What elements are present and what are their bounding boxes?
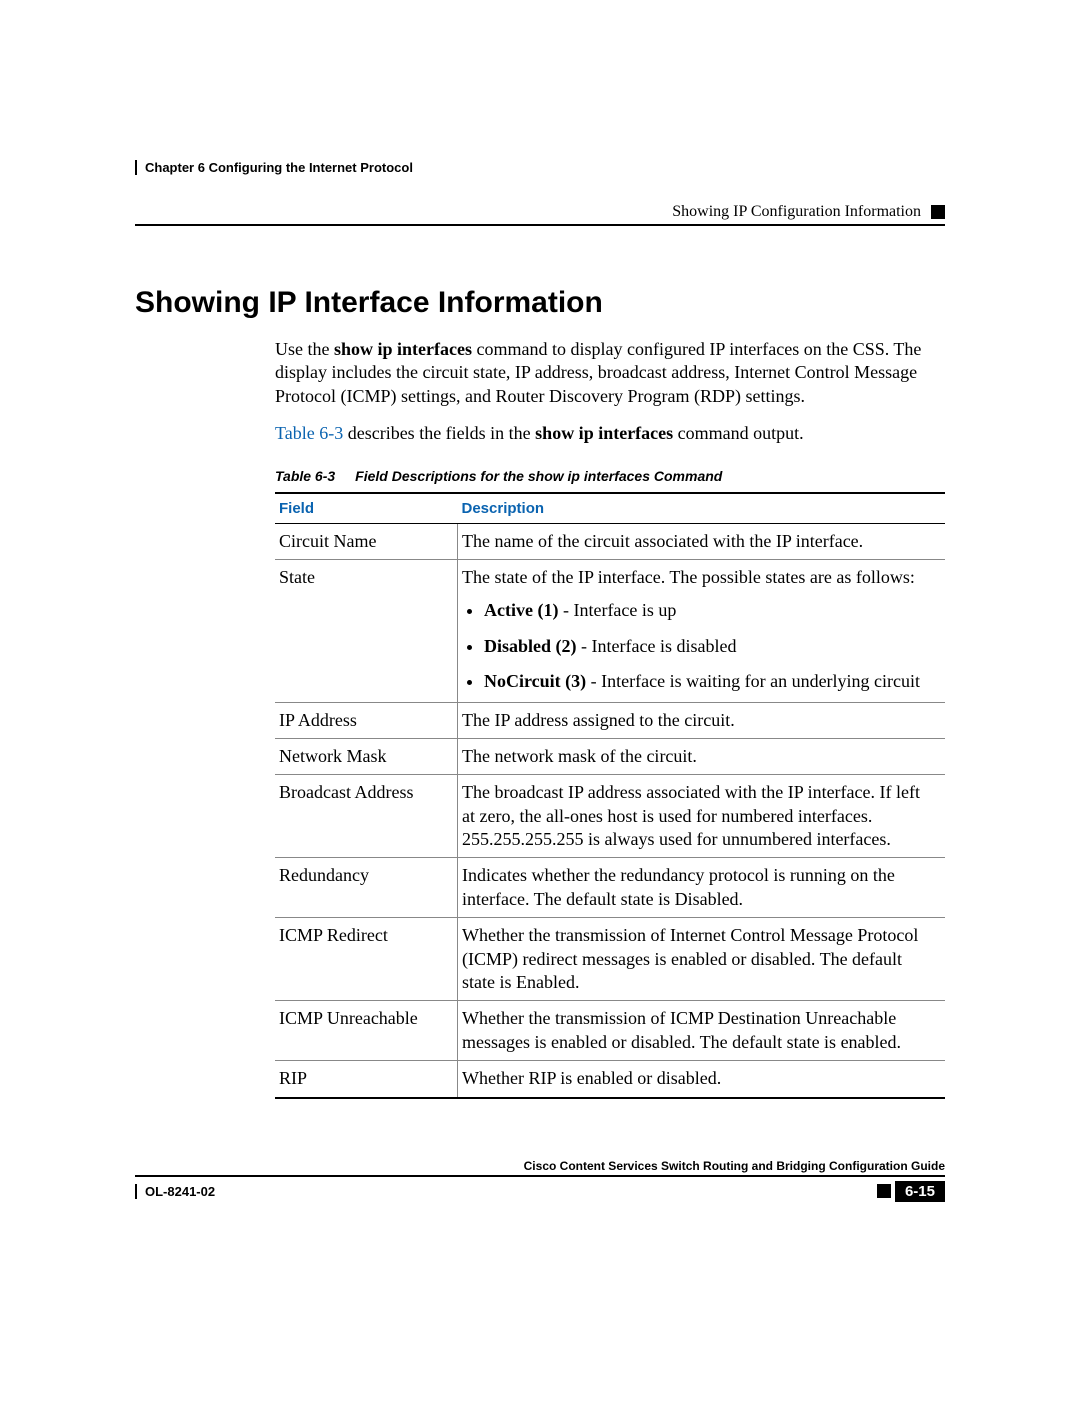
- state-label: NoCircuit (3): [484, 671, 586, 691]
- state-intro: The state of the IP interface. The possi…: [462, 567, 915, 587]
- table-row: Broadcast Address The broadcast IP addre…: [275, 775, 945, 858]
- desc-cell: The name of the circuit associated with …: [458, 523, 946, 559]
- table-row: ICMP Redirect Whether the transmission o…: [275, 918, 945, 1001]
- page-number-wrap: 6-15: [877, 1181, 945, 1202]
- footer-marker-icon: [877, 1184, 891, 1198]
- section-label: Showing IP Configuration Information: [672, 203, 921, 221]
- desc-cell: The broadcast IP address associated with…: [458, 775, 946, 858]
- desc-cell: Indicates whether the redundancy protoco…: [458, 858, 946, 918]
- desc-cell: The state of the IP interface. The possi…: [458, 559, 946, 702]
- footer-doc-id: OL-8241-02: [135, 1184, 215, 1199]
- table-caption: Table 6-3 Field Descriptions for the show…: [275, 468, 945, 484]
- table-row: Circuit Name The name of the circuit ass…: [275, 523, 945, 559]
- table-xref-link[interactable]: Table 6-3: [275, 423, 343, 443]
- page-number: 6-15: [895, 1181, 945, 1202]
- page-title: Showing IP Interface Information: [135, 286, 945, 320]
- table-row: State The state of the IP interface. The…: [275, 559, 945, 702]
- state-list: Active (1) - Interface is up Disabled (2…: [462, 599, 937, 693]
- table-row: Network Mask The network mask of the cir…: [275, 738, 945, 774]
- list-item: NoCircuit (3) - Interface is waiting for…: [484, 670, 937, 693]
- table-caption-number: Table 6-3: [275, 468, 335, 484]
- state-label: Disabled (2): [484, 636, 577, 656]
- desc-cell: The network mask of the circuit.: [458, 738, 946, 774]
- chapter-label: Chapter 6 Configuring the Internet Proto…: [135, 160, 413, 175]
- field-descriptions-table: Field Description Circuit Name The name …: [275, 492, 945, 1099]
- running-header: Chapter 6 Configuring the Internet Proto…: [135, 160, 945, 175]
- xref-paragraph: Table 6-3 describes the fields in the sh…: [275, 422, 945, 445]
- state-text: - Interface is disabled: [577, 636, 737, 656]
- xref-command: show ip interfaces: [535, 423, 673, 443]
- body-content: Use the show ip interfaces command to di…: [275, 338, 945, 1099]
- table-header-field: Field: [275, 493, 458, 524]
- field-cell: ICMP Unreachable: [275, 1001, 458, 1061]
- desc-cell: The IP address assigned to the circuit.: [458, 702, 946, 738]
- desc-cell: Whether the transmission of ICMP Destina…: [458, 1001, 946, 1061]
- intro-pre: Use the: [275, 339, 334, 359]
- list-item: Active (1) - Interface is up: [484, 599, 937, 622]
- state-text: - Interface is up: [558, 600, 676, 620]
- field-cell: Redundancy: [275, 858, 458, 918]
- field-cell: Broadcast Address: [275, 775, 458, 858]
- field-cell: Network Mask: [275, 738, 458, 774]
- table-caption-text: Field Descriptions for the show ip inter…: [355, 468, 722, 484]
- field-cell: IP Address: [275, 702, 458, 738]
- desc-cell: Whether the transmission of Internet Con…: [458, 918, 946, 1001]
- field-cell: State: [275, 559, 458, 702]
- table-row: ICMP Unreachable Whether the transmissio…: [275, 1001, 945, 1061]
- table-row: Redundancy Indicates whether the redunda…: [275, 858, 945, 918]
- page: Chapter 6 Configuring the Internet Proto…: [0, 0, 1080, 1402]
- intro-command: show ip interfaces: [334, 339, 472, 359]
- list-item: Disabled (2) - Interface is disabled: [484, 635, 937, 658]
- table-row: RIP Whether RIP is enabled or disabled.: [275, 1061, 945, 1098]
- xref-post: command output.: [673, 423, 803, 443]
- state-label: Active (1): [484, 600, 558, 620]
- header-marker-icon: [931, 205, 945, 219]
- xref-mid: describes the fields in the: [343, 423, 535, 443]
- table-row: IP Address The IP address assigned to th…: [275, 702, 945, 738]
- field-cell: ICMP Redirect: [275, 918, 458, 1001]
- desc-cell: Whether RIP is enabled or disabled.: [458, 1061, 946, 1098]
- intro-paragraph: Use the show ip interfaces command to di…: [275, 338, 945, 408]
- state-text: - Interface is waiting for an underlying…: [586, 671, 920, 691]
- section-label-wrap: Showing IP Configuration Information: [135, 181, 945, 226]
- page-footer: Cisco Content Services Switch Routing an…: [135, 1159, 945, 1202]
- footer-guide-title: Cisco Content Services Switch Routing an…: [135, 1159, 945, 1177]
- field-cell: RIP: [275, 1061, 458, 1098]
- table-header-description: Description: [458, 493, 946, 524]
- field-cell: Circuit Name: [275, 523, 458, 559]
